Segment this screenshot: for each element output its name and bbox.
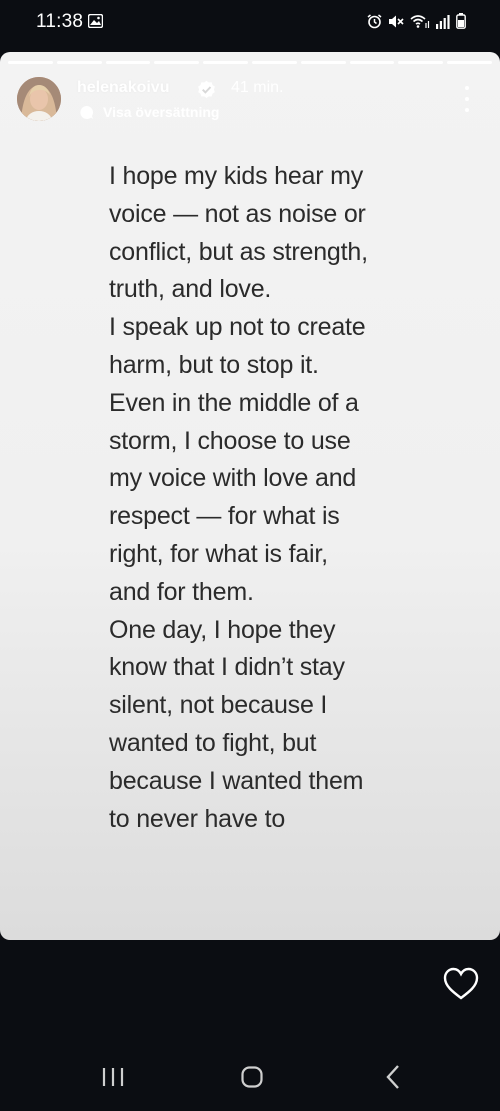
progress-segment — [251, 61, 297, 64]
battery-icon — [456, 13, 466, 29]
story-text: I hope my kids hear my voice — not as no… — [109, 162, 368, 833]
translate-icon[interactable] — [79, 105, 94, 120]
home-icon[interactable] — [241, 1066, 263, 1088]
translate-link[interactable]: Visa översättning — [103, 104, 219, 120]
system-navigation-bar — [0, 1040, 500, 1111]
progress-segment — [56, 61, 102, 64]
progress-segment — [8, 61, 53, 64]
story-progress — [8, 61, 492, 64]
progress-segment — [203, 61, 248, 64]
more-dot — [465, 86, 469, 90]
progress-segment — [447, 61, 492, 64]
story-card[interactable]: helenakoivu 41 min. Visa översättning I … — [0, 52, 500, 940]
heart-icon[interactable] — [443, 967, 479, 1001]
progress-segment — [300, 61, 346, 64]
mute-icon — [389, 15, 404, 27]
progress-segment — [105, 61, 151, 64]
more-dot — [465, 97, 469, 101]
username[interactable]: helenakoivu — [77, 79, 169, 97]
more-dot — [465, 108, 469, 112]
status-bar: 11:38 — [0, 0, 500, 44]
progress-segment — [398, 61, 444, 64]
progress-segment — [349, 61, 395, 64]
progress-segment — [154, 61, 200, 64]
recents-icon[interactable] — [101, 1066, 125, 1088]
wifi-icon — [410, 14, 430, 28]
status-time: 11:38 — [36, 11, 84, 32]
avatar-photo — [17, 77, 61, 121]
alarm-icon — [367, 13, 382, 28]
signal-icon — [436, 14, 450, 29]
avatar[interactable] — [17, 77, 61, 121]
status-icons — [367, 13, 466, 29]
verified-badge-icon — [198, 80, 215, 99]
back-icon[interactable] — [385, 1064, 401, 1090]
gallery-icon — [88, 14, 103, 28]
more-options-icon[interactable] — [458, 86, 476, 112]
post-time: 41 min. — [231, 79, 284, 96]
